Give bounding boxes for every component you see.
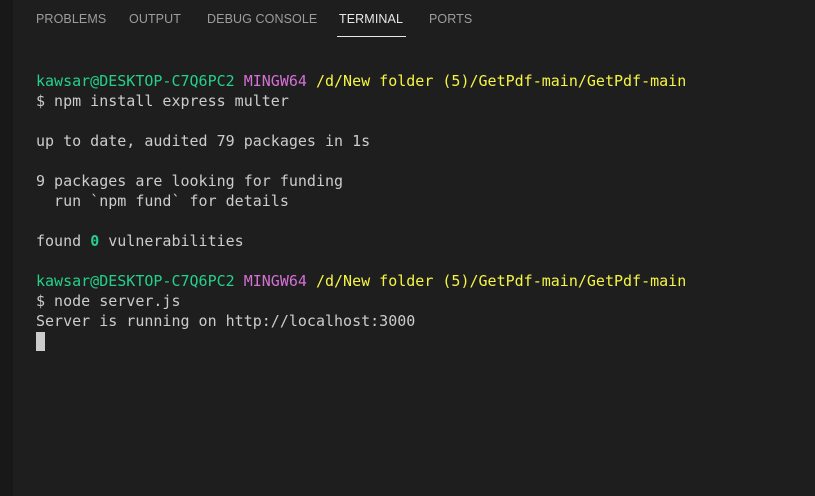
prompt-user: kawsar@DESKTOP-C7Q6PC2 xyxy=(36,72,235,90)
prompt-line: kawsar@DESKTOP-C7Q6PC2 MINGW64 /d/New fo… xyxy=(36,271,806,291)
vuln-suffix: vulnerabilities xyxy=(99,232,244,250)
prompt-line: kawsar@DESKTOP-C7Q6PC2 MINGW64 /d/New fo… xyxy=(36,71,806,91)
output-line: 9 packages are looking for funding xyxy=(36,172,344,190)
tab-output[interactable]: OUTPUT xyxy=(129,12,181,36)
command-line: $ npm install express multer xyxy=(36,92,289,110)
terminal-cursor xyxy=(36,332,45,351)
terminal-panel: PROBLEMS OUTPUT DEBUG CONSOLE TERMINAL P… xyxy=(0,0,815,496)
tab-problems[interactable]: PROBLEMS xyxy=(36,12,106,36)
panel-left-border xyxy=(0,0,13,496)
vulnerabilities-line: found 0 vulnerabilities xyxy=(36,231,806,251)
output-line: Server is running on http://localhost:30… xyxy=(36,312,416,330)
prompt-user: kawsar@DESKTOP-C7Q6PC2 xyxy=(36,272,235,290)
prompt-system: MINGW64 xyxy=(243,272,307,290)
prompt-system: MINGW64 xyxy=(243,72,307,90)
panel-tab-bar: PROBLEMS OUTPUT DEBUG CONSOLE TERMINAL P… xyxy=(13,0,815,40)
vuln-prefix: found xyxy=(36,232,91,250)
tab-debug-console[interactable]: DEBUG CONSOLE xyxy=(207,12,317,36)
output-line: up to date, audited 79 packages in 1s xyxy=(36,132,371,150)
tab-ports[interactable]: PORTS xyxy=(429,12,472,36)
tab-terminal[interactable]: TERMINAL xyxy=(336,12,407,37)
input-line[interactable] xyxy=(36,331,806,351)
output-line: run `npm fund` for details xyxy=(36,192,289,210)
command-line: $ node server.js xyxy=(36,292,181,310)
terminal-output[interactable]: kawsar@DESKTOP-C7Q6PC2 MINGW64 /d/New fo… xyxy=(36,71,806,351)
vuln-count: 0 xyxy=(90,232,100,250)
prompt-path: /d/New folder (5)/GetPdf-main/GetPdf-mai… xyxy=(315,72,687,90)
prompt-path: /d/New folder (5)/GetPdf-main/GetPdf-mai… xyxy=(315,272,687,290)
